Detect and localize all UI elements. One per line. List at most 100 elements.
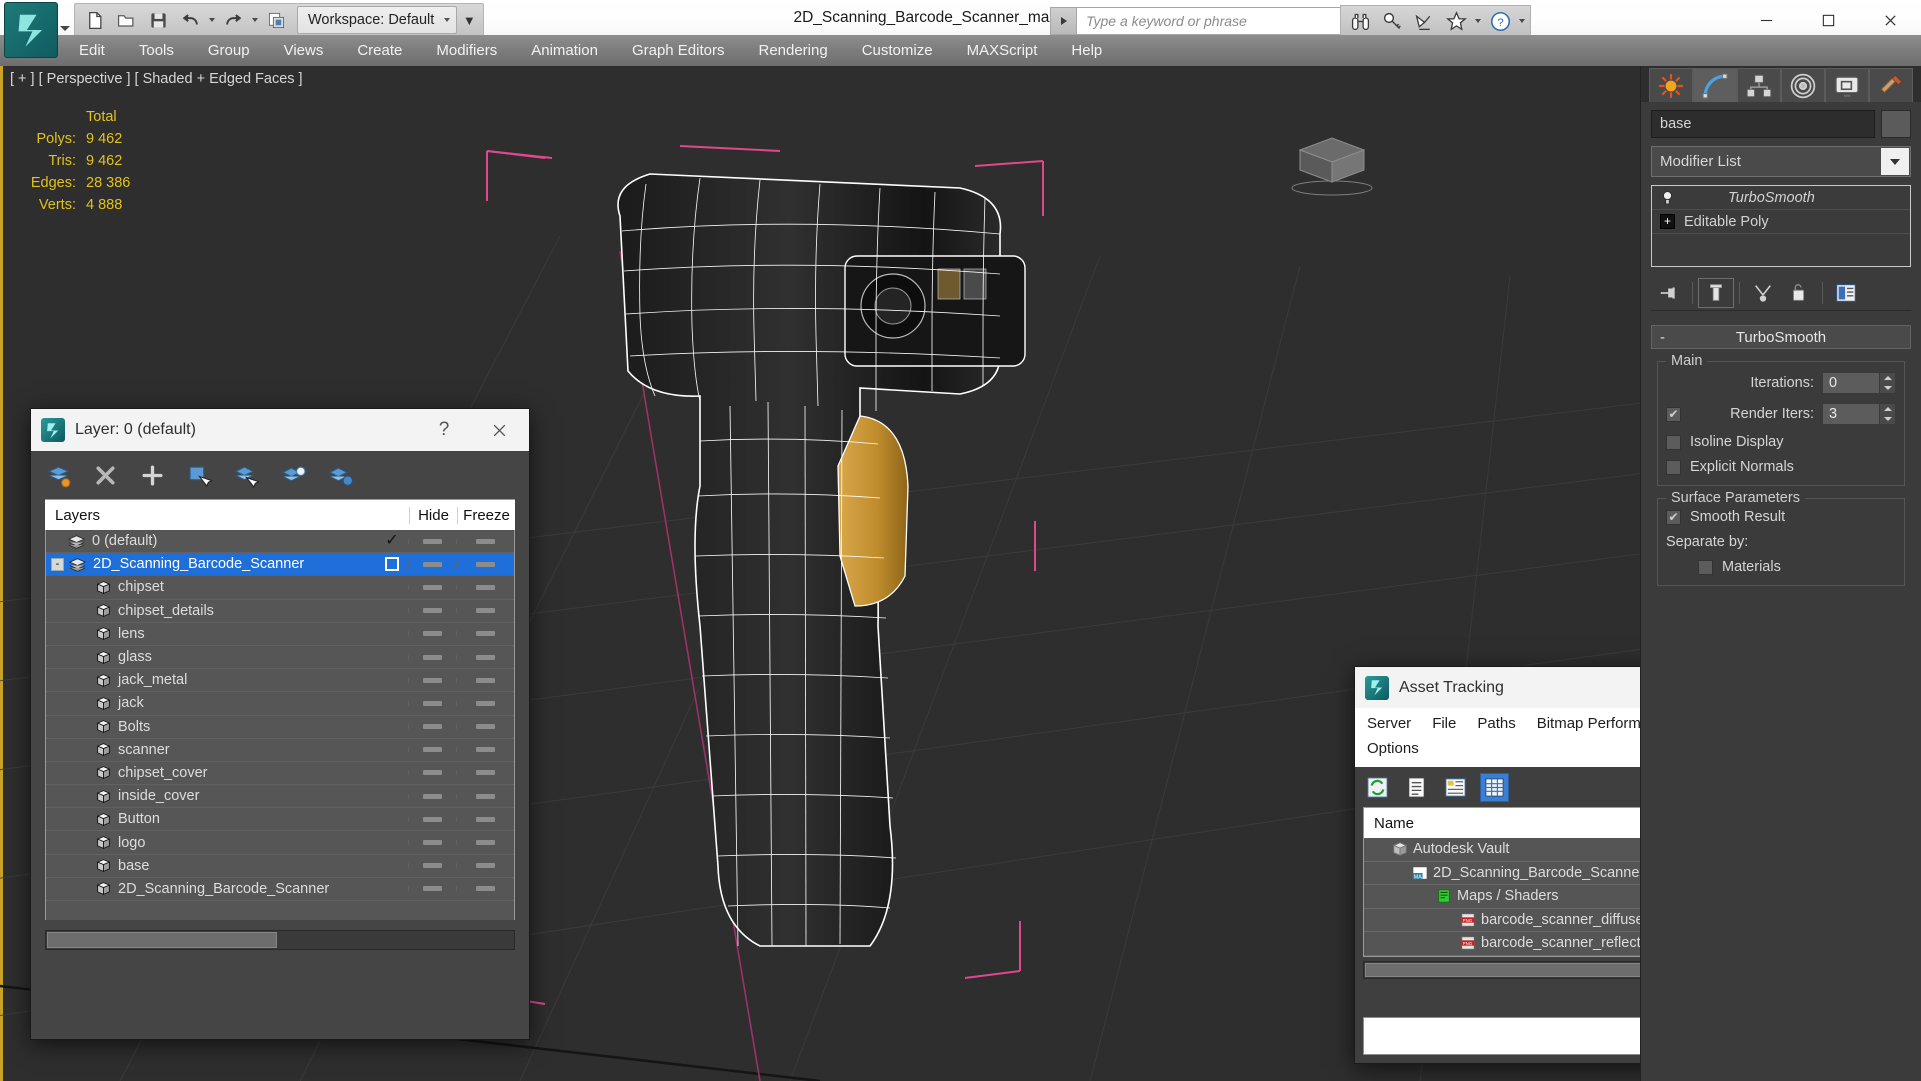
hide-toggle[interactable] (408, 561, 456, 567)
menu-create[interactable]: Create (340, 35, 419, 66)
layer-settings-icon[interactable] (327, 462, 354, 489)
viewport-label[interactable]: [ + ] [ Perspective ] [ Shaded + Edged F… (10, 71, 303, 87)
freeze-toggle[interactable] (456, 700, 514, 706)
hide-toggle[interactable] (408, 886, 456, 892)
freeze-toggle[interactable] (456, 793, 514, 799)
list-item[interactable]: lens (46, 623, 514, 646)
turbosmooth-rollout-header[interactable]: - TurboSmooth (1651, 325, 1911, 349)
new-file-icon[interactable] (79, 6, 109, 34)
app-menu-caret-icon[interactable] (60, 26, 70, 31)
hide-toggle[interactable] (408, 608, 456, 614)
list-item[interactable]: glass (46, 646, 514, 670)
modifier-stack[interactable]: TurboSmooth + Editable Poly (1651, 185, 1911, 267)
pin-stack-icon[interactable] (1651, 278, 1687, 308)
hide-toggle[interactable] (408, 677, 456, 683)
list-item[interactable]: Button (46, 808, 514, 832)
freeze-toggle[interactable] (456, 816, 514, 822)
hide-toggle[interactable] (408, 584, 456, 590)
list-item[interactable]: Bolts (46, 716, 514, 739)
hide-toggle[interactable] (408, 793, 456, 799)
max-app-logo[interactable] (4, 2, 58, 58)
freeze-toggle[interactable] (456, 677, 514, 683)
current-layer-checkbox[interactable]: ✓ (376, 533, 408, 549)
motion-tab[interactable] (1781, 68, 1825, 102)
freeze-toggle[interactable] (456, 561, 514, 567)
list-item[interactable]: jack (46, 692, 514, 716)
help-question-icon[interactable]: ? (1485, 7, 1515, 35)
hide-toggle[interactable] (408, 724, 456, 730)
materials-row[interactable]: Materials (1666, 559, 1896, 575)
open-file-icon[interactable] (111, 6, 141, 34)
hide-toggle[interactable] (408, 816, 456, 822)
hide-toggle[interactable] (408, 654, 456, 660)
restore-button[interactable] (1797, 0, 1859, 40)
iterations-field[interactable]: 0 (1822, 372, 1880, 394)
list-item[interactable]: 2D_Scanning_Barcode_Scanner (46, 878, 514, 901)
make-unique-icon[interactable] (1745, 278, 1781, 308)
project-folder-icon[interactable] (261, 6, 291, 34)
highlight-selected-icon[interactable] (233, 462, 260, 489)
list-item[interactable]: chipset_details (46, 600, 514, 623)
at-menu-server[interactable]: Server (1367, 711, 1423, 736)
smooth-result-row[interactable]: Smooth Result (1666, 509, 1896, 525)
save-file-icon[interactable] (143, 6, 173, 34)
freeze-toggle[interactable] (456, 840, 514, 846)
object-name-field[interactable]: base (1651, 110, 1875, 138)
list-item[interactable]: jack_metal (46, 669, 514, 693)
isoline-display-checkbox[interactable] (1666, 434, 1681, 450)
rollout-collapse-icon[interactable]: - (1660, 329, 1665, 346)
search-input[interactable]: Type a keyword or phrase (1076, 7, 1346, 35)
explicit-normals-checkbox[interactable] (1666, 459, 1681, 475)
redo-icon[interactable] (218, 6, 248, 34)
explicit-normals-row[interactable]: Explicit Normals (1666, 459, 1896, 475)
table-row[interactable]: - 2D_Scanning_Barcode_Scanner (46, 553, 514, 577)
menu-rendering[interactable]: Rendering (741, 35, 844, 66)
menu-graph-editors[interactable]: Graph Editors (615, 35, 742, 66)
menu-maxscript[interactable]: MAXScript (950, 35, 1055, 66)
utilities-tab[interactable] (1869, 68, 1913, 102)
list-item[interactable]: inside_cover (46, 785, 514, 809)
help-dropdown-caret[interactable] (1517, 7, 1526, 35)
remove-modifier-icon[interactable] (1781, 278, 1817, 308)
render-iters-checkbox[interactable] (1666, 406, 1681, 422)
iterations-stepper[interactable] (1880, 372, 1896, 394)
configure-modifier-sets-icon[interactable] (1828, 278, 1864, 308)
scrollbar-thumb[interactable] (1365, 962, 1650, 977)
menu-edit[interactable]: Edit (62, 35, 122, 66)
undo-icon[interactable] (175, 6, 205, 34)
search-expand-icon[interactable] (1050, 7, 1076, 35)
hide-toggle[interactable] (408, 631, 456, 637)
select-objects-icon[interactable] (186, 462, 213, 489)
list-item[interactable]: chipset_cover (46, 762, 514, 786)
at-menu-paths[interactable]: Paths (1477, 711, 1527, 736)
key-icon[interactable] (1377, 7, 1407, 35)
layer-list[interactable]: 0 (default) ✓ - 2D_Scanning_Barcode_Scan… (45, 530, 515, 920)
modifier-stack-item-turbosmooth[interactable]: TurboSmooth (1652, 186, 1910, 210)
hide-toggle[interactable] (408, 538, 456, 544)
render-iters-stepper[interactable] (1880, 403, 1896, 425)
modifier-list-dropdown[interactable]: Modifier List (1651, 146, 1911, 177)
add-selection-icon[interactable] (139, 462, 166, 489)
freeze-toggle[interactable] (456, 654, 514, 660)
redo-dropdown-caret[interactable] (250, 6, 259, 34)
display-tab[interactable] (1825, 68, 1869, 102)
binoculars-icon[interactable] (1345, 7, 1375, 35)
freeze-toggle[interactable] (456, 631, 514, 637)
plus-icon[interactable]: + (1659, 213, 1676, 230)
menu-tools[interactable]: Tools (122, 35, 191, 66)
detail-view-icon[interactable] (1441, 773, 1470, 802)
isoline-display-row[interactable]: Isoline Display (1666, 434, 1896, 450)
close-button[interactable] (1859, 0, 1921, 40)
refresh-icon[interactable] (1363, 773, 1392, 802)
list-item[interactable]: base (46, 855, 514, 878)
new-layer-icon[interactable] (45, 462, 72, 489)
layer-dialog-close-button[interactable] (485, 418, 513, 442)
satellite-dish-icon[interactable] (1409, 7, 1439, 35)
star-icon[interactable] (1441, 7, 1471, 35)
freeze-toggle[interactable] (456, 608, 514, 614)
layer-horizontal-scrollbar[interactable] (45, 930, 515, 950)
materials-checkbox[interactable] (1698, 559, 1713, 575)
chevron-down-icon[interactable] (1881, 148, 1909, 175)
delete-layer-icon[interactable] (92, 462, 119, 489)
hide-toggle[interactable] (408, 840, 456, 846)
